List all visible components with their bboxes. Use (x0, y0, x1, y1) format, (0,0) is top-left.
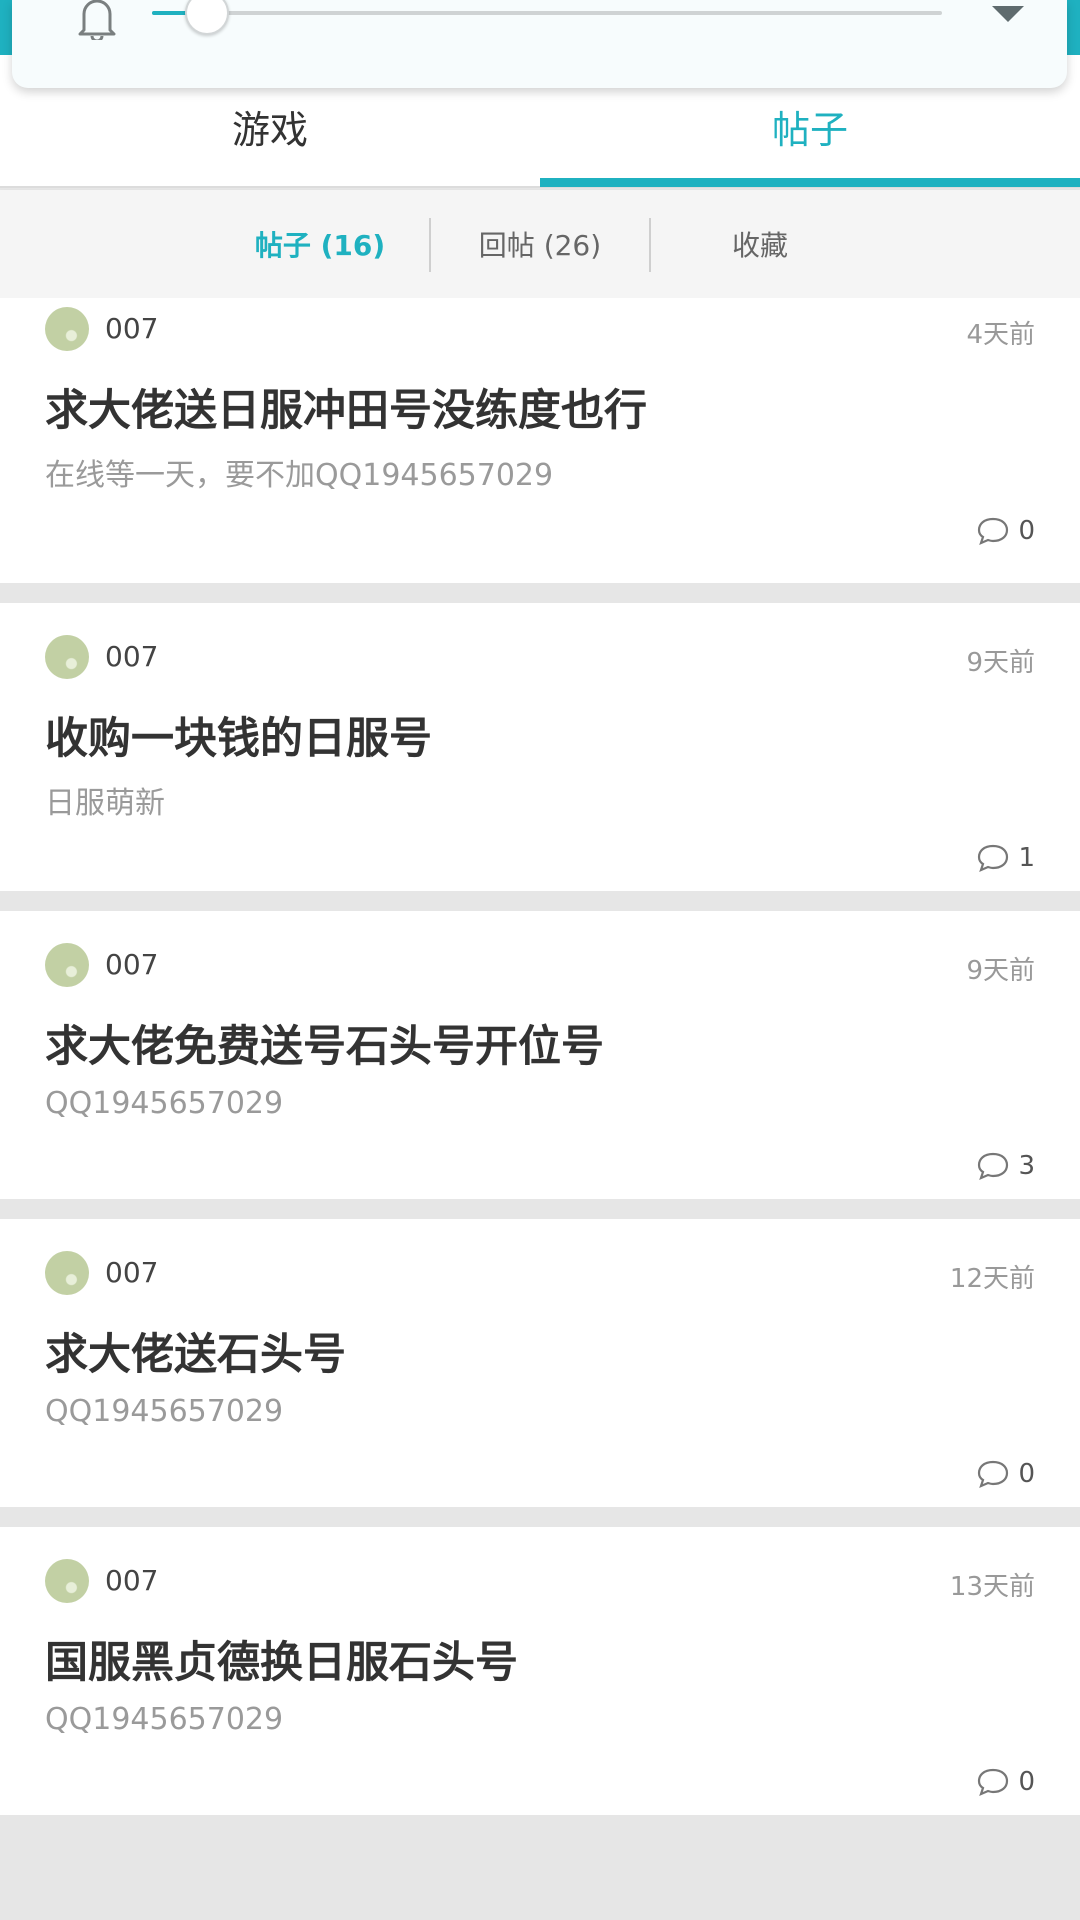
post-card[interactable]: 007 4天前 求大佬送日服冲田号没练度也行 在线等一天，要不加QQ194565… (0, 298, 1080, 583)
comment-icon (977, 1768, 1009, 1796)
comment-icon (977, 844, 1009, 872)
avatar[interactable] (45, 1559, 89, 1603)
post-time: 9天前 (966, 956, 1035, 986)
tab-active-indicator (540, 178, 1080, 187)
comment-count: 1 (1018, 843, 1035, 873)
post-author[interactable]: 007 (105, 948, 158, 981)
volume-panel (12, 0, 1067, 88)
avatar[interactable] (45, 635, 89, 679)
post-title: 收购一块钱的日服号 (45, 714, 432, 764)
bell-icon[interactable] (72, 0, 122, 40)
post-excerpt: 在线等一天，要不加QQ1945657029 (45, 458, 554, 493)
post-author[interactable]: 007 (105, 1564, 158, 1597)
post-author[interactable]: 007 (105, 1256, 158, 1289)
comment-count: 3 (1018, 1151, 1035, 1181)
post-card[interactable]: 007 9天前 收购一块钱的日服号 日服萌新 1 (0, 603, 1080, 891)
comment-count: 0 (1018, 516, 1035, 546)
comment-icon (977, 517, 1009, 545)
post-title: 求大佬送日服冲田号没练度也行 (45, 386, 647, 436)
subtab-replies[interactable]: 回帖 (26) (430, 190, 650, 298)
post-title: 国服黑贞德换日服石头号 (45, 1638, 518, 1688)
post-author[interactable]: 007 (105, 640, 158, 673)
post-card[interactable]: 007 13天前 国服黑贞德换日服石头号 QQ1945657029 0 (0, 1527, 1080, 1815)
volume-slider-thumb[interactable] (185, 0, 229, 35)
volume-slider[interactable] (152, 0, 942, 35)
post-list: 007 4天前 求大佬送日服冲田号没练度也行 在线等一天，要不加QQ194565… (0, 298, 1080, 1835)
post-author[interactable]: 007 (105, 312, 158, 345)
sub-tab-bar: 帖子 (16) 回帖 (26) 收藏 (0, 190, 1080, 298)
post-title: 求大佬免费送号石头号开位号 (45, 1022, 604, 1072)
post-excerpt: QQ1945657029 (45, 1086, 284, 1121)
subtab-favorites[interactable]: 收藏 (650, 190, 870, 298)
post-time: 4天前 (966, 320, 1035, 350)
post-excerpt: QQ1945657029 (45, 1394, 284, 1429)
comment-count: 0 (1018, 1767, 1035, 1797)
avatar[interactable] (45, 943, 89, 987)
avatar[interactable] (45, 1251, 89, 1295)
page: 游戏 帖子 帖子 (16) 回帖 (26) 收藏 007 4天前 求大佬送日服冲… (0, 0, 1080, 1920)
avatar[interactable] (45, 307, 89, 351)
post-excerpt: 日服萌新 (45, 786, 165, 821)
subtab-posts[interactable]: 帖子 (16) (210, 190, 430, 298)
post-title: 求大佬送石头号 (45, 1330, 346, 1380)
chevron-down-icon[interactable] (992, 6, 1024, 22)
comment-icon (977, 1152, 1009, 1180)
post-time: 12天前 (949, 1264, 1035, 1294)
comment-icon (977, 1460, 1009, 1488)
post-time: 13天前 (949, 1572, 1035, 1602)
comment-count: 0 (1018, 1459, 1035, 1489)
post-excerpt: QQ1945657029 (45, 1702, 284, 1737)
post-card[interactable]: 007 12天前 求大佬送石头号 QQ1945657029 0 (0, 1219, 1080, 1507)
post-time: 9天前 (966, 648, 1035, 678)
post-card[interactable]: 007 9天前 求大佬免费送号石头号开位号 QQ1945657029 3 (0, 911, 1080, 1199)
